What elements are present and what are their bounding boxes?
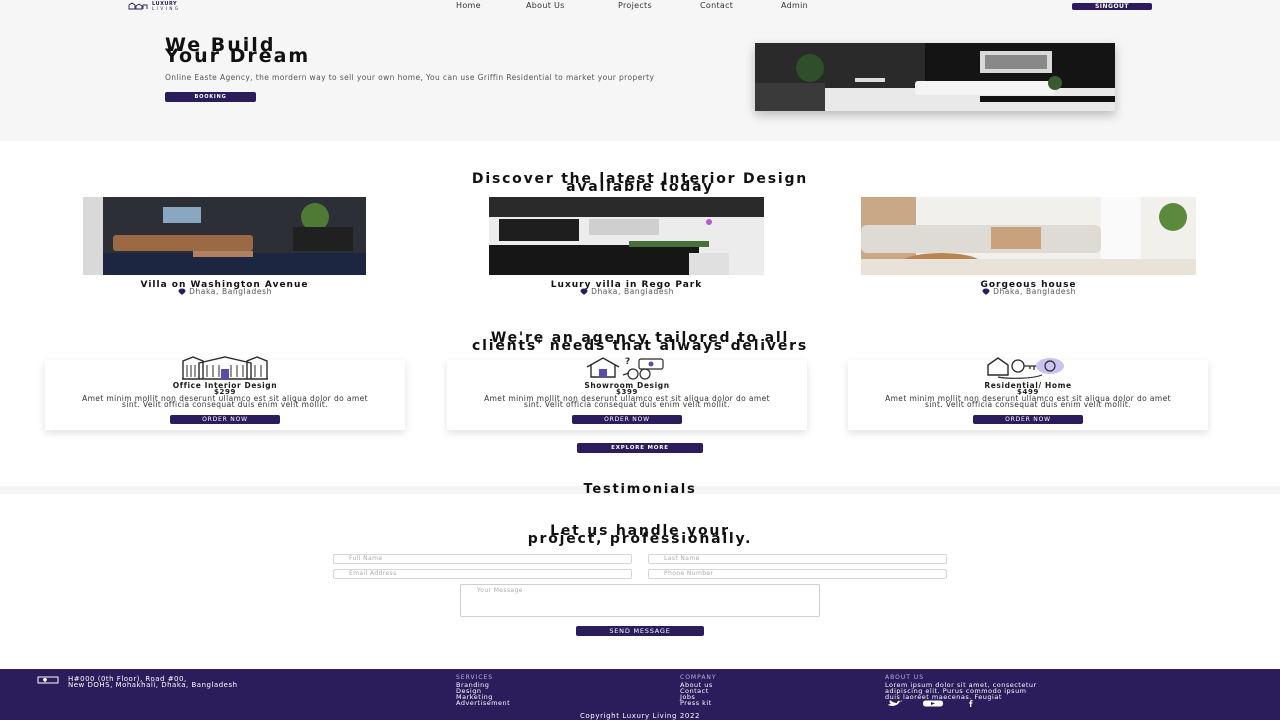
- address-line2: New DOHS, Mohakhali, Dhaka, Bangladesh: [68, 681, 238, 689]
- email-field[interactable]: Email Address: [333, 569, 632, 579]
- location-text: Dhaka, Bangladesh: [591, 287, 674, 296]
- contact-title-line2: project, professionally.: [527, 531, 753, 547]
- location-icon: [37, 676, 59, 684]
- office-building-icon: [182, 356, 268, 380]
- location-pin-icon: [580, 288, 588, 295]
- location-text: Dhaka, Bangladesh: [189, 287, 272, 296]
- residential-key-icon: [987, 357, 1064, 379]
- order-now-button[interactable]: ORDER NOW: [572, 415, 682, 424]
- nav-links: Home About Us Projects Contact Admin: [456, 1, 841, 10]
- footer-link-press-kit[interactable]: Press kit: [680, 700, 717, 707]
- hero-description: Online Easte Agency, the mordern way to …: [165, 73, 655, 82]
- nav-home[interactable]: Home: [456, 1, 526, 10]
- contact-title: Let us handle your project, professional…: [0, 524, 1280, 547]
- service-card: Residential/ Home $499 Amet minim mollit…: [848, 357, 1208, 430]
- footer-address: H#000 (0th Floor), Road #00, New DOHS, M…: [68, 676, 238, 689]
- nav-contact[interactable]: Contact: [700, 1, 781, 10]
- service-description: Amet minim mollit non deserunt ullamco e…: [885, 394, 1171, 409]
- agency-title: We're an agency tailored to all clients'…: [0, 331, 1280, 354]
- discover-title: Discover the latest Interior Design avai…: [0, 172, 1280, 195]
- top-navbar: LUXURY LIVING Home About Us Projects Con…: [0, 0, 1280, 12]
- twitter-icon[interactable]: [886, 700, 904, 707]
- location-pin-icon: [178, 288, 186, 295]
- project-card-location: Dhaka, Bangladesh: [861, 288, 1196, 295]
- facebook-icon[interactable]: [964, 700, 976, 707]
- testimonials-title: Testimonials: [583, 482, 697, 497]
- service-card: ? Showroom Design $399 Amet minim mollit…: [447, 357, 807, 430]
- nav-projects[interactable]: Projects: [618, 1, 700, 10]
- service-card: Office Interior Design $299 Amet minim m…: [45, 356, 405, 430]
- full-name-field[interactable]: Full Name: [333, 554, 632, 564]
- house-money-icon: ?: [586, 357, 664, 380]
- project-card-image[interactable]: [489, 197, 764, 275]
- logo-line2: LIVING: [152, 6, 181, 11]
- footer-services: SERVICES Branding Design Marketing Adver…: [456, 675, 510, 707]
- phone-field[interactable]: Phone Number: [648, 569, 947, 579]
- project-card-location: Dhaka, Bangladesh: [83, 288, 366, 295]
- explore-more-button[interactable]: EXPLORE MORE: [577, 443, 703, 453]
- youtube-icon[interactable]: [922, 700, 944, 707]
- svg-text:?: ?: [625, 357, 630, 367]
- nav-about-us[interactable]: About Us: [526, 1, 618, 10]
- discover-title-line2: available today: [566, 179, 714, 195]
- booking-button[interactable]: BOOKING: [165, 92, 256, 102]
- project-card-image[interactable]: [861, 197, 1196, 275]
- agency-title-line2: clients' needs that always delivers: [472, 338, 808, 354]
- message-textarea[interactable]: Your Message: [460, 584, 820, 617]
- location-pin-icon: [982, 288, 990, 295]
- order-now-button[interactable]: ORDER NOW: [973, 415, 1083, 424]
- service-description: Amet minim mollit non deserunt ullamco e…: [484, 394, 770, 409]
- send-message-button[interactable]: SEND MESSAGE: [576, 626, 704, 636]
- footer-about: ABOUT US Lorem ipsum dolor sit amet, con…: [885, 675, 1037, 701]
- footer-link-advertisement[interactable]: Advertisement: [456, 700, 510, 707]
- location-text: Dhaka, Bangladesh: [993, 287, 1076, 296]
- copyright-text: Copyright Luxury Living 2022: [579, 712, 701, 720]
- signout-button[interactable]: SINGOUT: [1072, 3, 1152, 10]
- hero-title: We Build Your Dream: [165, 36, 311, 67]
- service-description: Amet minim mollit non deserunt ullamco e…: [82, 394, 368, 409]
- last-name-field[interactable]: Last Name: [648, 554, 947, 564]
- hero-title-line2: Your Dream: [165, 45, 311, 67]
- logo-icon: [128, 2, 148, 10]
- project-card-location: Dhaka, Bangladesh: [489, 288, 764, 295]
- hero-living-room-image: [755, 43, 1115, 111]
- footer-company: COMPANY About us Contact Jobs Press kit: [680, 675, 717, 707]
- nav-admin[interactable]: Admin: [781, 1, 841, 10]
- order-now-button[interactable]: ORDER NOW: [170, 415, 280, 424]
- project-card-image[interactable]: [83, 197, 366, 275]
- logo[interactable]: LUXURY LIVING: [128, 2, 180, 11]
